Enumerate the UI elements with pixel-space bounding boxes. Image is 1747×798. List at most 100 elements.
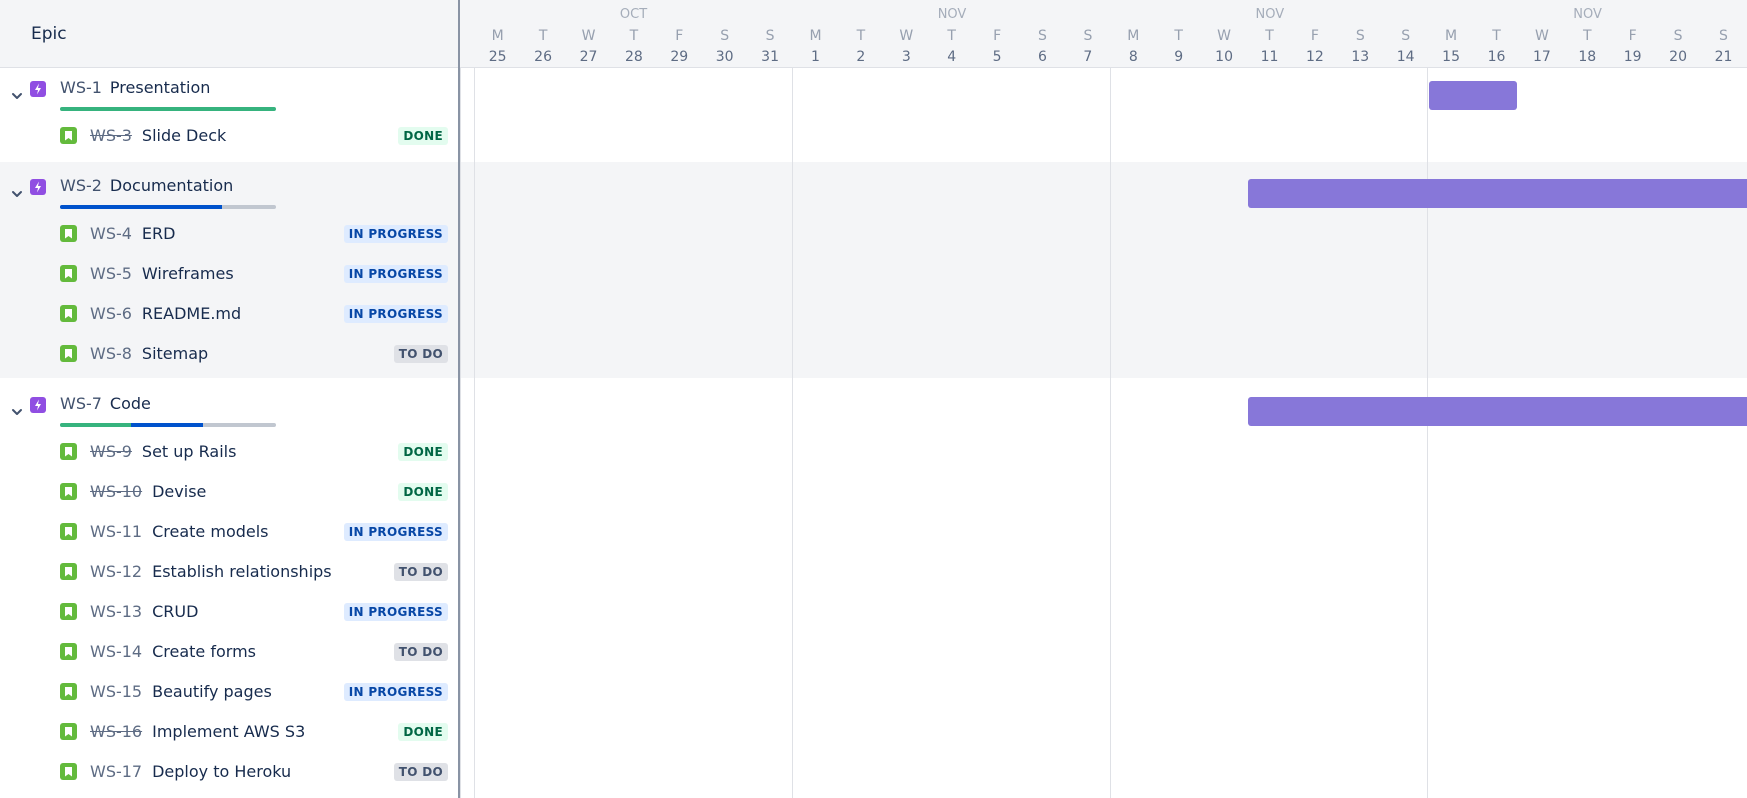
day-of-week-label: W [899,28,914,44]
date-label: 15 [1442,49,1460,65]
issue-row[interactable]: WS-5 Wireframes IN PROGRESS [0,254,458,294]
issue-name[interactable]: Devise [152,482,206,501]
status-lozenge[interactable]: TO DO [393,643,448,661]
date-label: 14 [1396,49,1415,65]
issue-row[interactable]: WS-16 Implement AWS S3 DONE [0,712,458,752]
status-lozenge[interactable]: DONE [398,483,448,501]
month-label: OCT [619,7,648,22]
issue-name[interactable]: Beautify pages [152,682,272,701]
issue-key[interactable]: WS-12 [90,562,142,581]
status-lozenge[interactable]: IN PROGRESS [343,603,448,621]
issue-key[interactable]: WS-17 [90,762,142,781]
issue-row[interactable]: WS-4 ERD IN PROGRESS [0,214,458,254]
status-lozenge[interactable]: IN PROGRESS [343,265,448,283]
issue-key[interactable]: WS-3 [90,126,132,145]
chevron-down-icon[interactable] [9,186,25,202]
date-label: 21 [1714,49,1733,65]
date-label: 2 [856,49,866,65]
status-lozenge[interactable]: IN PROGRESS [343,225,448,243]
issue-key[interactable]: WS-13 [90,602,142,621]
issue-key[interactable]: WS-16 [90,722,142,741]
day-of-week-label: S [1038,28,1047,44]
issue-name[interactable]: README.md [142,304,241,323]
status-lozenge[interactable]: DONE [398,127,448,145]
issue-name[interactable]: Set up Rails [142,442,237,461]
issue-name[interactable]: ERD [142,224,176,243]
day-of-week-label: M [491,28,504,44]
issue-name[interactable]: Deploy to Heroku [152,762,291,781]
epic-name[interactable]: Documentation [110,176,233,195]
epic-name[interactable]: Presentation [110,78,210,97]
issue-name[interactable]: Wireframes [142,264,234,283]
day-of-week-label: T [947,28,956,44]
issue-key[interactable]: WS-4 [90,224,132,243]
issue-name[interactable]: Create models [152,522,268,541]
epic-key[interactable]: WS-2 [60,176,102,195]
issue-key[interactable]: WS-9 [90,442,132,461]
issue-name[interactable]: Create forms [152,642,256,661]
issue-name[interactable]: CRUD [152,602,198,621]
progress-done-segment [60,423,132,427]
day-of-week-label: M [1127,28,1140,44]
issue-row[interactable]: WS-3 Slide Deck DONE [0,116,458,156]
status-lozenge[interactable]: IN PROGRESS [343,683,448,701]
issue-row[interactable]: WS-17 Deploy to Heroku TO DO [0,752,458,792]
status-lozenge[interactable]: DONE [398,443,448,461]
status-lozenge[interactable]: IN PROGRESS [343,523,448,541]
epic-timeline-bar[interactable] [1247,179,1747,208]
status-lozenge[interactable]: TO DO [393,345,448,363]
epic-key[interactable]: WS-1 [60,78,102,97]
status-lozenge[interactable]: DONE [398,723,448,741]
epic-timeline-bar[interactable] [1247,397,1747,426]
day-of-week-label: F [1628,28,1637,44]
issue-row[interactable]: WS-14 Create forms TO DO [0,632,458,672]
issue-row[interactable]: WS-12 Establish relationships TO DO [0,552,458,592]
issue-key[interactable]: WS-11 [90,522,142,541]
date-label: 5 [992,49,1002,65]
chevron-down-icon[interactable] [9,404,25,420]
date-label: 20 [1669,49,1687,65]
bookmark-icon [60,265,77,282]
status-lozenge[interactable]: IN PROGRESS [343,305,448,323]
date-label: 28 [624,49,643,65]
issue-key[interactable]: WS-10 [90,482,142,501]
day-of-week-label: W [1534,28,1549,44]
epic-row[interactable]: WS-7 Code [0,389,458,437]
progress-in-progress-segment [131,423,203,427]
issue-name[interactable]: Establish relationships [152,562,332,581]
issue-key[interactable]: WS-5 [90,264,132,283]
chevron-down-icon[interactable] [9,88,25,104]
bookmark-icon [60,345,77,362]
status-lozenge[interactable]: TO DO [393,763,448,781]
bookmark-icon [60,305,77,322]
day-of-week-label: T [1265,28,1274,44]
date-label: 10 [1215,49,1233,65]
issue-key[interactable]: WS-14 [90,642,142,661]
epic-name[interactable]: Code [110,394,151,413]
date-label: 11 [1260,49,1279,65]
issue-row[interactable]: WS-8 Sitemap TO DO [0,334,458,374]
issue-key[interactable]: WS-15 [90,682,142,701]
date-label: 7 [1083,49,1093,65]
issue-row[interactable]: WS-6 README.md IN PROGRESS [0,294,458,334]
issue-name[interactable]: Implement AWS S3 [152,722,305,741]
issue-key[interactable]: WS-8 [90,344,132,363]
issue-key[interactable]: WS-6 [90,304,132,323]
issue-name[interactable]: Sitemap [142,344,208,363]
epic-key[interactable]: WS-7 [60,394,102,413]
issue-row[interactable]: WS-10 Devise DONE [0,472,458,512]
week-divider [474,0,475,798]
issue-row[interactable]: WS-11 Create models IN PROGRESS [0,512,458,552]
issue-row[interactable]: WS-15 Beautify pages IN PROGRESS [0,672,458,712]
month-label: NOV [1573,7,1602,22]
epic-row[interactable]: WS-1 Presentation [0,73,458,121]
bookmark-icon [60,225,77,242]
week-divider [1109,0,1111,798]
issue-name[interactable]: Slide Deck [142,126,226,145]
day-of-week-label: M [809,28,822,44]
issue-row[interactable]: WS-9 Set up Rails DONE [0,432,458,472]
epic-row[interactable]: WS-2 Documentation [0,171,458,219]
epic-timeline-bar[interactable] [1429,81,1518,110]
status-lozenge[interactable]: TO DO [393,563,448,581]
issue-row[interactable]: WS-13 CRUD IN PROGRESS [0,592,458,632]
